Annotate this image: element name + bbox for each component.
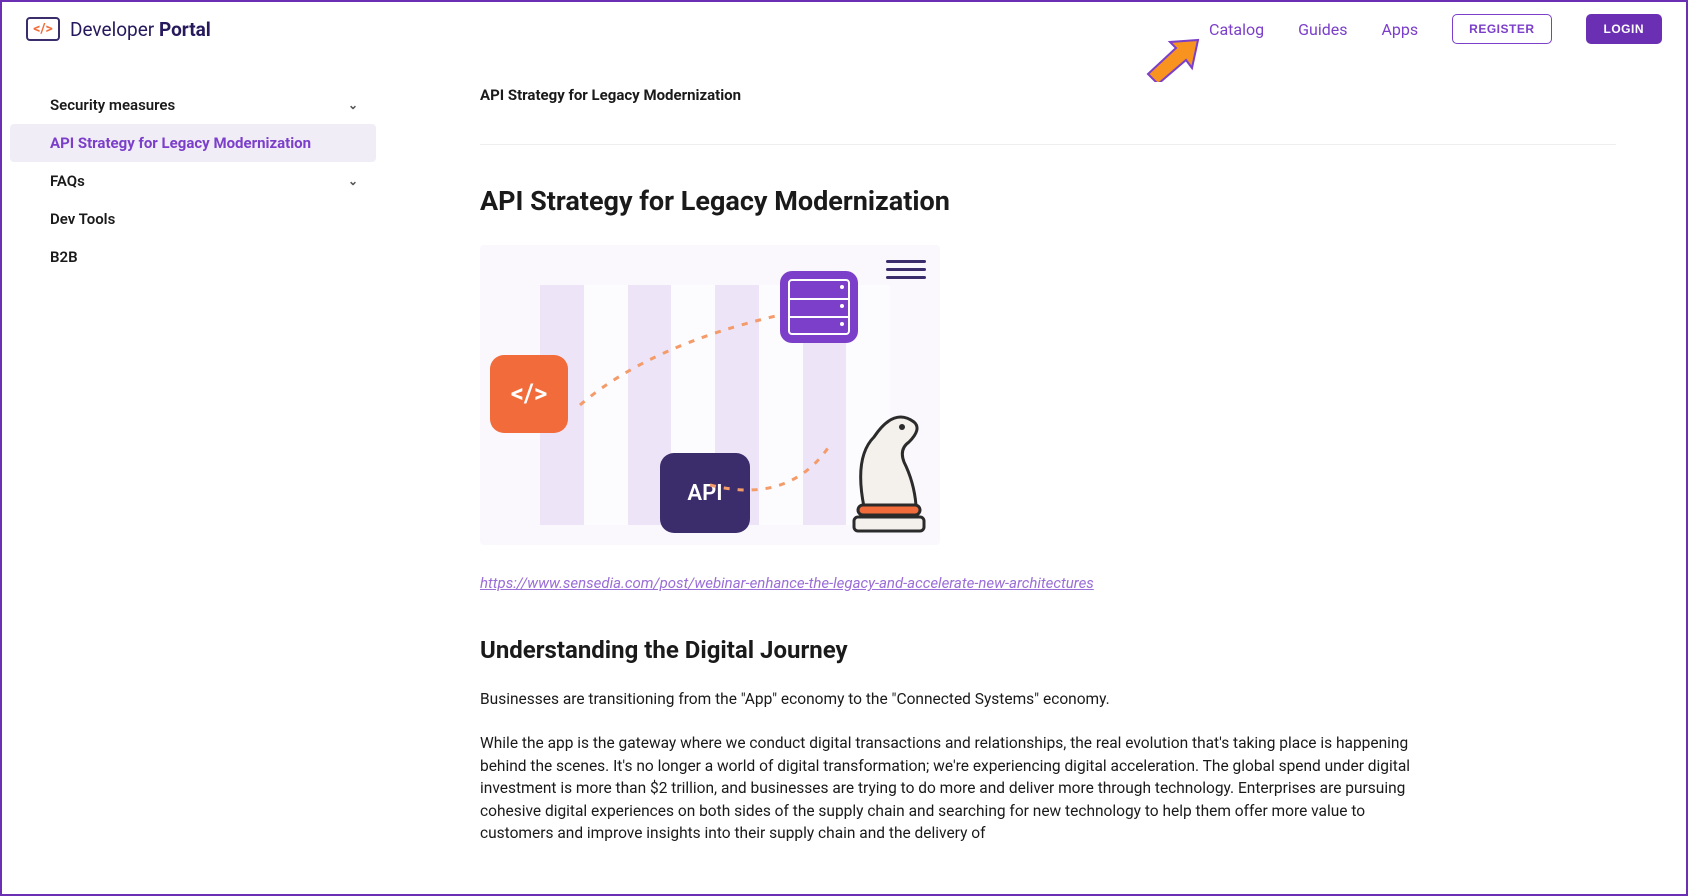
api-tile-icon: API (660, 453, 750, 533)
page-title: API Strategy for Legacy Modernization (480, 185, 1616, 217)
body-paragraph: Businesses are transitioning from the "A… (480, 688, 1420, 710)
sidebar-item-label: Dev Tools (50, 210, 115, 228)
body-paragraph: While the app is the gateway where we co… (480, 732, 1420, 844)
sidebar-item-security[interactable]: Security measures ⌄ (2, 86, 384, 124)
register-button[interactable]: REGISTER (1452, 14, 1551, 44)
nav-guides[interactable]: Guides (1298, 20, 1347, 39)
chevron-down-icon: ⌄ (348, 174, 358, 188)
main-content: API Strategy for Legacy Modernization AP… (384, 56, 1686, 894)
chess-knight-icon (844, 387, 934, 537)
hero-illustration: </> API (480, 245, 940, 545)
nav-catalog[interactable]: Catalog (1209, 20, 1264, 39)
sidebar-item-label: FAQs (50, 172, 85, 190)
sidebar-item-b2b[interactable]: B2B (2, 238, 384, 276)
sidebar-item-faqs[interactable]: FAQs ⌄ (2, 162, 384, 200)
code-tile-icon: </> (490, 355, 568, 433)
menu-lines-icon (886, 255, 926, 284)
login-button[interactable]: LOGIN (1586, 14, 1663, 44)
header: </> Developer Portal Catalog Guides Apps… (2, 2, 1686, 56)
sidebar-item-label: API Strategy for Legacy Modernization (50, 134, 311, 152)
server-icon (780, 271, 858, 343)
chevron-down-icon: ⌄ (348, 98, 358, 112)
sidebar-item-dev-tools[interactable]: Dev Tools (2, 200, 384, 238)
breadcrumb: API Strategy for Legacy Modernization (480, 86, 1616, 145)
logo-text: Developer Portal (70, 18, 211, 41)
nav-right: Catalog Guides Apps REGISTER LOGIN (1209, 14, 1662, 44)
nav-apps[interactable]: Apps (1381, 20, 1418, 39)
annotation-arrow-icon (1140, 38, 1200, 82)
sidebar-item-api-strategy[interactable]: API Strategy for Legacy Modernization (10, 124, 376, 162)
source-link[interactable]: https://www.sensedia.com/post/webinar-en… (480, 574, 1094, 592)
section-title: Understanding the Digital Journey (480, 636, 1616, 664)
sidebar: Security measures ⌄ API Strategy for Leg… (2, 56, 384, 894)
logo[interactable]: </> Developer Portal (26, 17, 211, 41)
sidebar-item-label: Security measures (50, 96, 175, 114)
sidebar-item-label: B2B (50, 248, 78, 266)
code-icon: </> (33, 21, 53, 37)
logo-icon: </> (26, 17, 60, 41)
